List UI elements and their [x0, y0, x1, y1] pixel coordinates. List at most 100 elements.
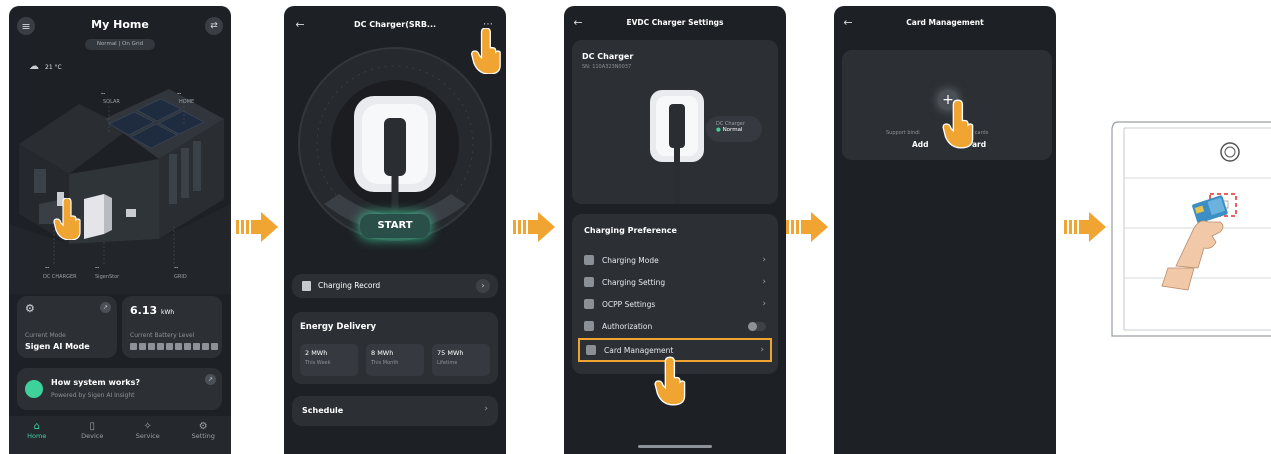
- page-title: My Home: [91, 18, 149, 31]
- mode-value: Sigen AI Mode: [25, 342, 90, 351]
- start-button[interactable]: START: [360, 214, 430, 238]
- home-label: HOME: [179, 99, 195, 105]
- authorization-toggle[interactable]: [748, 321, 766, 331]
- dc-charger-label: DC CHARGER: [43, 274, 77, 280]
- energy-week-value: 2 MWh: [305, 349, 328, 357]
- nav-home[interactable]: ⌂ Home: [9, 416, 65, 454]
- energy-lifetime-value: 75 MWh: [437, 349, 464, 357]
- chevron-right-icon: ›: [484, 404, 488, 414]
- phone-screen-my-home: ≡ My Home ⇄ Normal | On Grid ☁ 21 °C -- …: [9, 6, 231, 454]
- chevron-right-icon: ›: [762, 299, 766, 309]
- menu-icon[interactable]: ≡: [17, 17, 35, 35]
- back-arrow-icon[interactable]: ←: [840, 14, 856, 30]
- status-badge: Normal | On Grid: [85, 39, 155, 50]
- charging-record-label: Charging Record: [318, 281, 381, 290]
- promo-expand-icon[interactable]: ↗: [205, 374, 216, 385]
- home-value: --: [177, 90, 182, 97]
- grid-connect-icon[interactable]: ⇄: [205, 17, 223, 35]
- menu-label: Charging Mode: [602, 255, 659, 265]
- battery-unit: kWh: [160, 309, 175, 316]
- schedule-row[interactable]: Schedule ›: [292, 396, 498, 426]
- mode-card[interactable]: ⚙ ↗ Current Mode Sigen AI Mode: [17, 296, 117, 358]
- schedule-label: Schedule: [302, 406, 344, 415]
- charging-setting-icon: [584, 277, 594, 287]
- status-dot: ●: [716, 127, 721, 133]
- menu-charging-mode[interactable]: Charging Mode ›: [584, 250, 766, 270]
- energy-stat-month: 8 MWh This Month: [366, 344, 424, 376]
- device-status-pill: DC Charger ● Normal: [706, 116, 762, 142]
- menu-authorization[interactable]: Authorization: [584, 316, 766, 336]
- device-status: ● Normal: [716, 127, 762, 133]
- charging-mode-icon: [584, 255, 594, 265]
- nav-setting-label: Setting: [191, 432, 215, 440]
- nav-service[interactable]: ✧ Service: [120, 416, 176, 454]
- device-card: DC Charger SN: 110A323N0037 DC Charger ●…: [572, 40, 778, 204]
- weather-icon: ☁: [29, 61, 39, 72]
- back-arrow-icon[interactable]: ←: [570, 14, 586, 30]
- menu-charging-setting[interactable]: Charging Setting ›: [584, 272, 766, 292]
- page-title: Card Management: [906, 18, 984, 27]
- expand-icon[interactable]: ↗: [100, 302, 111, 313]
- pointer-hand-icon: [942, 99, 974, 149]
- nav-setting[interactable]: ⚙ Setting: [176, 416, 232, 454]
- energy-stat-week: 2 MWh This Week: [300, 344, 358, 376]
- back-arrow-icon[interactable]: ←: [292, 16, 308, 32]
- phone-screen-dc-charger: ← DC Charger(SRB... ⋯ START Charging Rec…: [284, 6, 506, 454]
- page-title: DC Charger(SRB...: [353, 20, 437, 29]
- chevron-right-icon: ›: [762, 277, 766, 287]
- record-icon: [302, 281, 311, 291]
- sigenstor-value: --: [95, 264, 100, 271]
- solar-value: --: [101, 90, 106, 97]
- energy-month-label: This Month: [371, 360, 399, 366]
- chevron-right-icon: ›: [760, 345, 764, 355]
- energy-stat-lifetime: 75 MWh Lifetime: [432, 344, 490, 376]
- menu-label: Charging Setting: [602, 277, 666, 287]
- device-name: DC Charger: [582, 52, 634, 61]
- pointer-hand-icon: [654, 356, 686, 406]
- energy-week-label: This Week: [305, 360, 331, 366]
- menu-label: Card Management: [604, 345, 674, 355]
- nav-service-label: Service: [135, 432, 160, 440]
- page-title: EVDC Charger Settings: [626, 18, 724, 27]
- phone-screen-evdc-settings: ← EVDC Charger Settings DC Charger SN: 1…: [564, 6, 786, 454]
- settings-icon: ⚙: [198, 421, 208, 432]
- promo-card[interactable]: How system works? Powered by Sigen AI In…: [17, 368, 222, 410]
- battery-level-bar: [130, 343, 218, 350]
- step-arrow-icon: [236, 212, 278, 242]
- support-text-left: Support bindi: [886, 130, 920, 136]
- charging-record-row[interactable]: Charging Record ›: [292, 274, 498, 298]
- charging-preference-card: Charging Preference Charging Mode › Charg…: [572, 214, 778, 374]
- device-icon: ▯: [89, 421, 95, 432]
- home-indicator: [638, 445, 712, 448]
- promo-subtitle: Powered by Sigen AI Insight: [51, 392, 135, 399]
- pref-title: Charging Preference: [584, 226, 677, 235]
- promo-title: How system works?: [51, 378, 141, 387]
- battery-caption: Current Battery Level: [130, 332, 195, 339]
- menu-ocpp-settings[interactable]: OCPP Settings ›: [584, 294, 766, 314]
- solar-label: SOLAR: [103, 99, 120, 105]
- menu-label: Authorization: [602, 321, 653, 331]
- home-icon: ⌂: [33, 421, 40, 432]
- grid-label: GRID: [174, 274, 187, 280]
- nav-device[interactable]: ▯ Device: [65, 416, 121, 454]
- energy-lifetime-label: Lifetime: [437, 360, 458, 366]
- energy-title: Energy Delivery: [300, 322, 377, 332]
- grid-value: --: [174, 264, 179, 271]
- energy-delivery-card: Energy Delivery 2 MWh This Week 8 MWh Th…: [292, 312, 498, 384]
- service-icon: ✧: [143, 421, 152, 432]
- ocpp-icon: [584, 299, 594, 309]
- nav-home-label: Home: [27, 432, 47, 440]
- battery-value: 6.13 kWh: [130, 304, 174, 317]
- dc-charger-value: --: [45, 264, 50, 271]
- battery-number: 6.13: [130, 304, 158, 317]
- device-status-value: Normal: [722, 127, 743, 133]
- gear-icon: ⚙: [25, 302, 35, 315]
- card-management-icon: [586, 345, 596, 355]
- sigen-ai-icon: [25, 380, 43, 398]
- battery-card[interactable]: 6.13 kWh Current Battery Level: [122, 296, 222, 358]
- step-arrow-icon: [1064, 212, 1106, 242]
- chevron-right-icon: ›: [476, 279, 490, 293]
- add-text-left: Add: [912, 140, 929, 149]
- pointer-hand-icon: [53, 198, 81, 240]
- chevron-right-icon: ›: [762, 255, 766, 265]
